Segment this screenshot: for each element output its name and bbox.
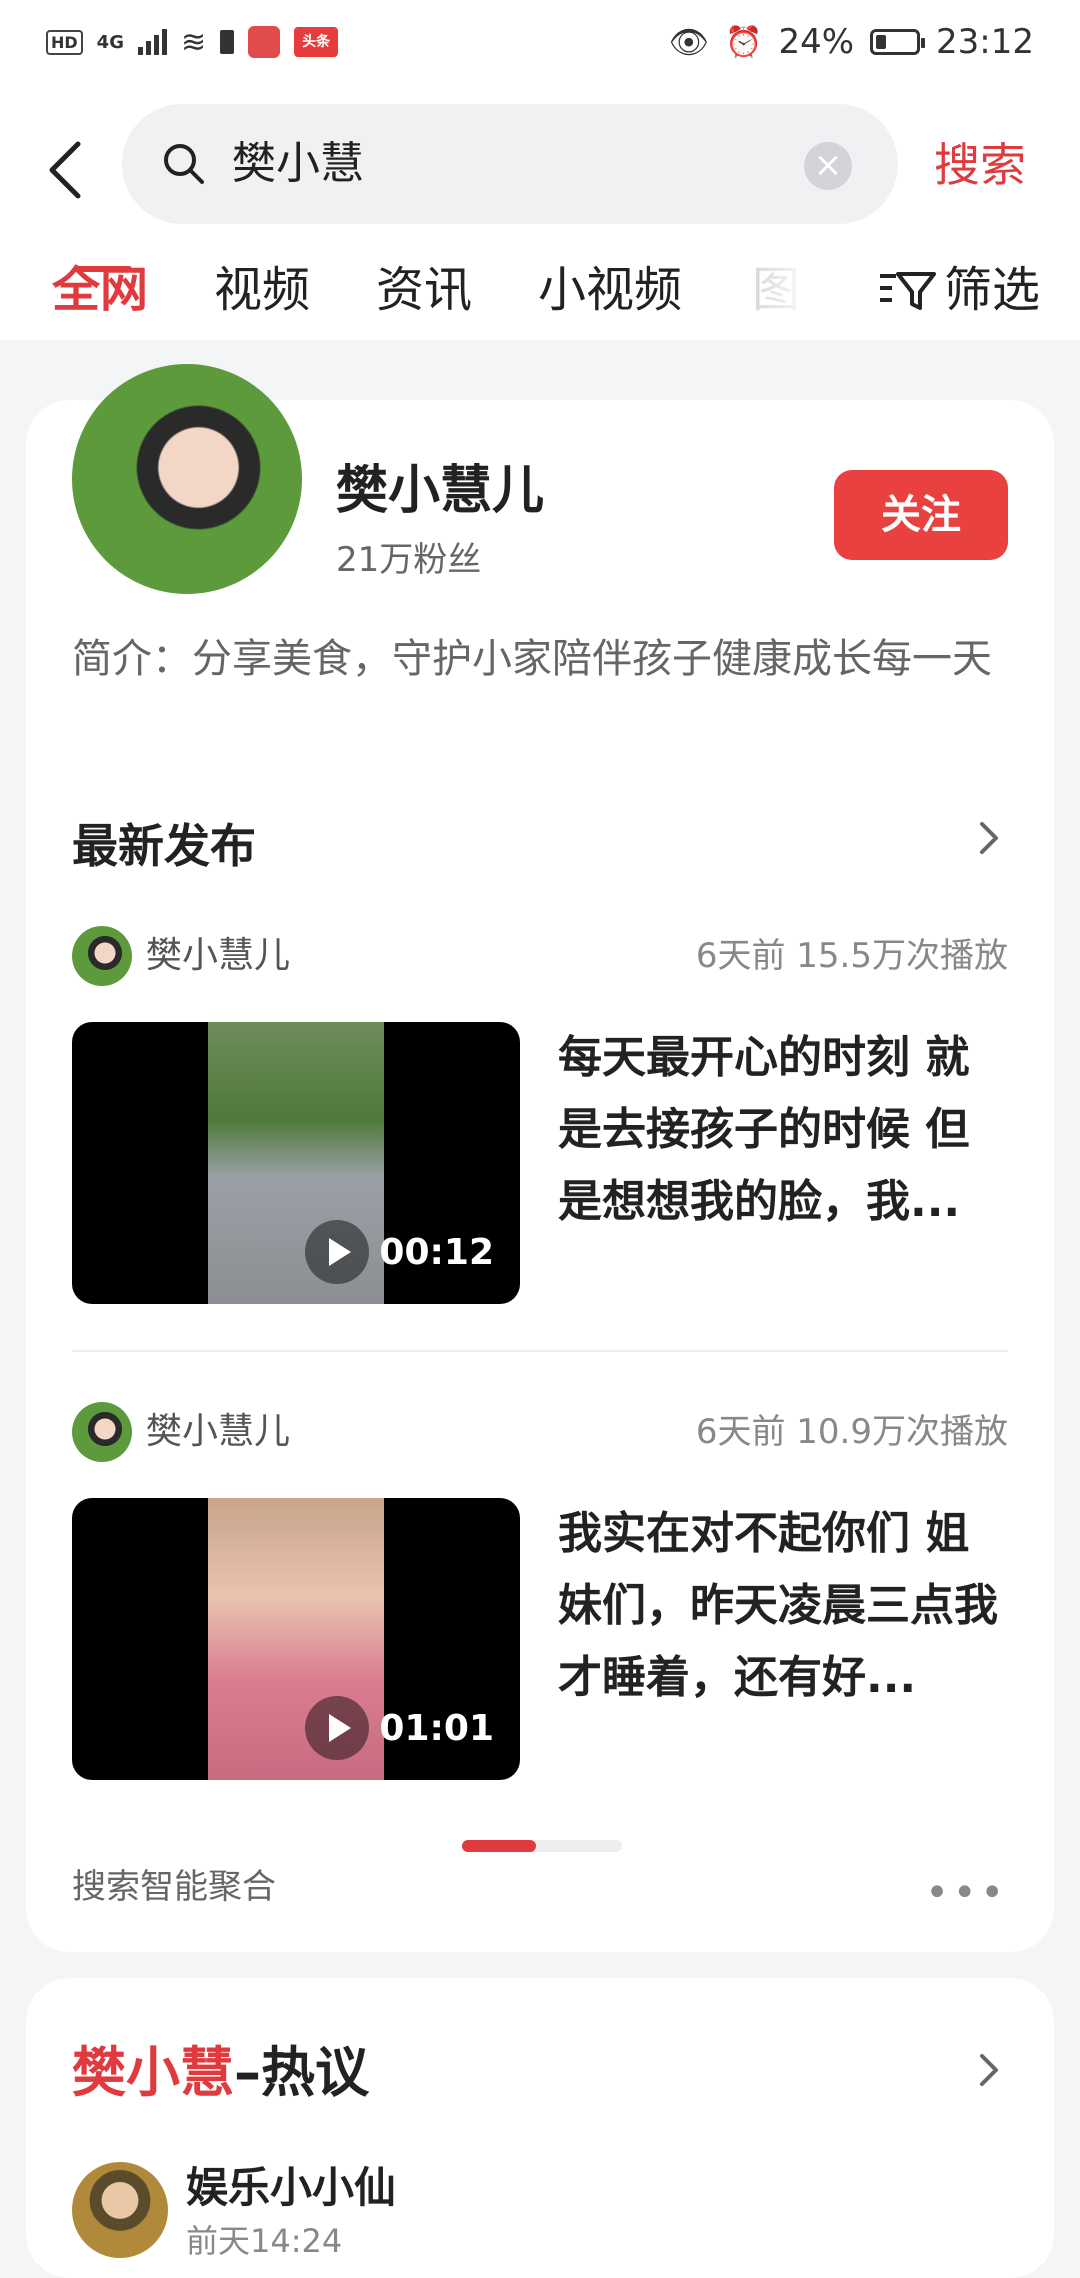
video-thumbnail[interactable]: 01:01 (72, 1498, 520, 1780)
video-post[interactable]: 樊小慧儿 6天前 15.5万次播放 00:12 每天最开心的时刻 就是去接孩子的… (72, 926, 1008, 1306)
video-duration: 00:12 (379, 1231, 494, 1273)
toutiao-app-icon: 头条 (294, 27, 339, 57)
post-meta: 6天前 15.5万次播放 (695, 936, 1008, 976)
hot-suffix: –热议 (234, 2041, 369, 2104)
more-options-icon[interactable]: ••• (925, 1870, 1008, 1916)
filter-button[interactable]: 筛选 (878, 240, 1040, 340)
hot-user-name[interactable]: 娱乐小小仙 (186, 2154, 396, 2215)
author-card: 樊小慧儿 21万粉丝 关注 简介：分享美食，守护小家陪伴孩子健康成长每一天 最新… (26, 364, 1054, 1952)
post-author-name: 樊小慧儿 (146, 935, 291, 976)
eye-icon: 👁 (668, 23, 710, 61)
search-input[interactable]: 樊小慧 × (122, 104, 898, 224)
active-tab-indicator (74, 266, 132, 272)
post-meta: 6天前 10.9万次播放 (695, 1412, 1008, 1452)
wifi-icon: ≋ (180, 24, 207, 60)
post-title[interactable]: 我实在对不起你们 姐妹们，昨天凌晨三点我才睡着，还有好... (558, 1498, 1008, 1714)
network-label: 4G (96, 31, 124, 53)
filter-icon (879, 272, 936, 310)
hd-icon: HD (46, 29, 83, 55)
status-bar: HD 4G ≋ 头条 👁 ⏰ 24% 23:12 (0, 0, 1080, 90)
battery-icon (870, 29, 926, 55)
hot-post-time: 前天14:24 (186, 2222, 343, 2260)
battery-percent: 24% (778, 22, 855, 62)
fan-count: 21万粉丝 (336, 540, 482, 580)
search-query: 樊小慧 (232, 138, 364, 189)
chevron-right-icon[interactable] (974, 2050, 1004, 2090)
post-author-name: 樊小慧儿 (146, 1411, 291, 1452)
tab-fade (742, 240, 832, 340)
tab-news[interactable]: 资讯 (376, 240, 472, 340)
video-post[interactable]: 樊小慧儿 6天前 10.9万次播放 01:01 我实在对不起你们 姐妹们，昨天凌… (72, 1402, 1008, 1782)
play-icon (305, 1220, 370, 1284)
video-duration: 01:01 (379, 1707, 494, 1749)
author-bio: 简介：分享美食，守护小家陪伴孩子健康成长每一天 (72, 636, 992, 682)
follow-button[interactable]: 关注 (834, 470, 1008, 560)
aggregate-label: 搜索智能聚合 (72, 1867, 276, 1907)
chevron-right-icon[interactable] (974, 818, 1004, 858)
signal-icon (137, 29, 167, 55)
back-arrow-icon[interactable] (40, 130, 100, 210)
clear-icon[interactable]: × (804, 142, 852, 190)
author-name[interactable]: 樊小慧儿 (336, 448, 544, 523)
post-author-avatar (72, 926, 132, 986)
search-icon (164, 144, 204, 184)
filter-label: 筛选 (943, 262, 1040, 318)
alarm-icon: ⏰ (725, 24, 763, 60)
latest-section-title: 最新发布 (72, 819, 256, 873)
tab-all[interactable]: 全网 (52, 240, 148, 340)
tab-short-video[interactable]: 小视频 (538, 240, 682, 340)
app-notification-icon (248, 26, 281, 58)
tab-video[interactable]: 视频 (214, 240, 310, 340)
post-author-avatar (72, 1402, 132, 1462)
post-title[interactable]: 每天最开心的时刻 就是去接孩子的时候 但是想想我的脸，我... (558, 1022, 1008, 1238)
author-avatar[interactable] (72, 364, 302, 594)
clock: 23:12 (936, 22, 1034, 62)
video-thumbnail[interactable]: 00:12 (72, 1022, 520, 1304)
hot-title: 樊小慧–热议 (72, 2028, 369, 2107)
play-icon (305, 1696, 370, 1760)
page-indicator (462, 1840, 622, 1852)
hot-discussion-card: 樊小慧–热议 娱乐小小仙 前天14:24 (26, 1978, 1054, 2278)
hot-keyword: 樊小慧 (72, 2041, 234, 2104)
divider (72, 1350, 1008, 1352)
sim-icon (220, 30, 235, 54)
search-button[interactable]: 搜索 (934, 120, 1026, 210)
search-header: 樊小慧 × 搜索 全网 视频 资讯 小视频 图 筛选 (0, 90, 1080, 340)
